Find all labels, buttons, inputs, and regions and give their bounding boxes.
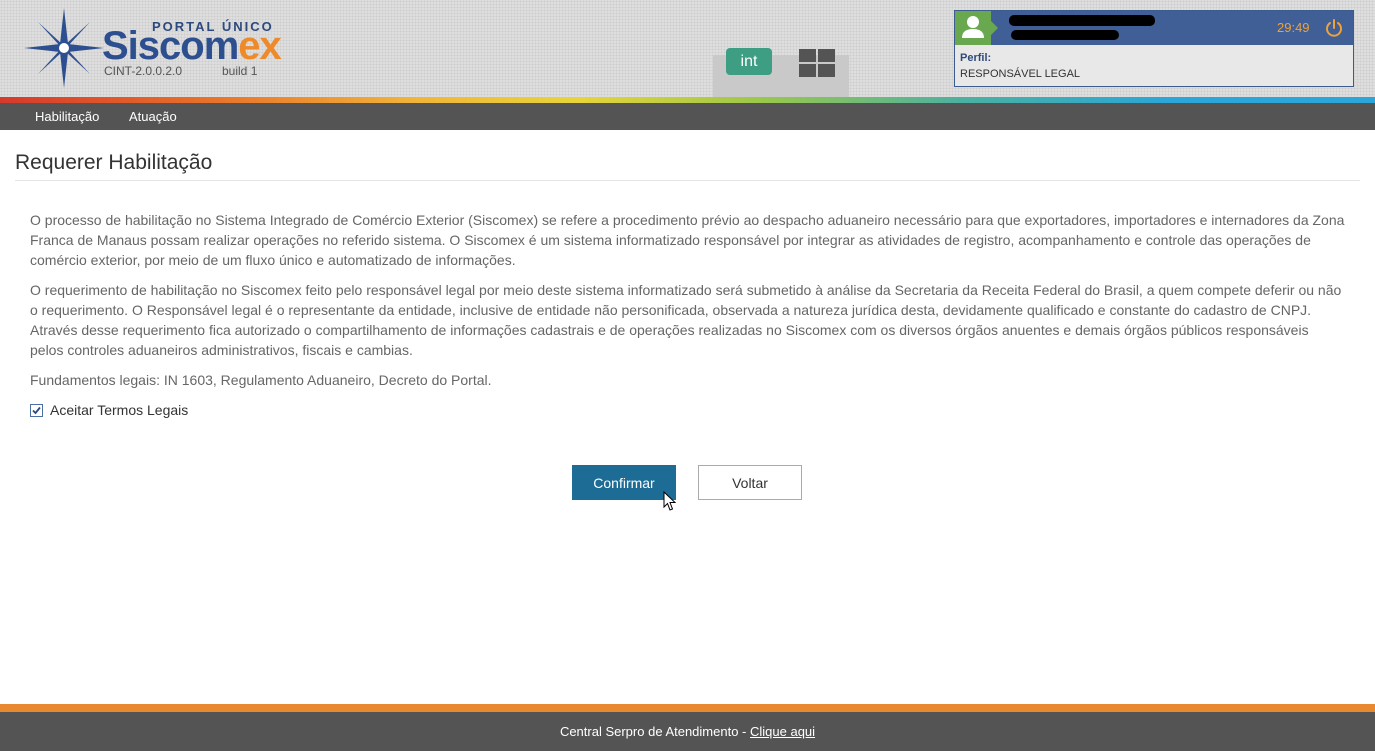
avatar-pointer: [991, 21, 998, 35]
redacted-user-id: [1011, 30, 1119, 40]
nav-item-habilitacao[interactable]: Habilitação: [35, 109, 99, 124]
page-title: Requerer Habilitação: [15, 151, 213, 174]
accept-terms-row: Aceitar Termos Legais: [30, 400, 188, 420]
accept-terms-label[interactable]: Aceitar Termos Legais: [50, 402, 188, 418]
compass-star-icon: [24, 8, 104, 88]
accept-terms-checkbox[interactable]: [30, 403, 43, 417]
profile-label: Perfil:: [960, 52, 992, 64]
redacted-user-name: [1009, 15, 1155, 26]
main-nav: Habilitação Atuação: [0, 103, 1375, 130]
build-label: build 1: [222, 64, 258, 78]
requirement-paragraph: O requerimento de habilitação no Siscome…: [30, 282, 1342, 358]
profile-value: RESPONSÁVEL LEGAL: [960, 68, 1081, 80]
user-header: 29:49: [955, 11, 1353, 45]
footer: Central Serpro de Atendimento - Clique a…: [0, 712, 1375, 751]
environment-badge: int: [726, 48, 772, 75]
power-icon[interactable]: [1324, 18, 1344, 38]
brand-name: Siscomex: [102, 24, 282, 68]
legal-basis-paragraph: Fundamentos legais: IN 1603, Regulamento…: [30, 372, 492, 388]
user-avatar-icon: [955, 11, 991, 45]
header: PORTAL ÚNICO Siscomex CINT-2.0.0.2.0 bui…: [0, 0, 1375, 98]
session-timer: 29:49: [1277, 20, 1310, 35]
footer-link[interactable]: Clique aqui: [750, 724, 815, 739]
nav-item-atuacao[interactable]: Atuação: [129, 109, 177, 124]
footer-accent-bar: [0, 704, 1375, 712]
version-label: CINT-2.0.0.2.0: [104, 64, 183, 78]
user-panel: 29:49 Perfil: RESPONSÁVEL LEGAL: [954, 10, 1354, 87]
siscomex-logo[interactable]: PORTAL ÚNICO Siscomex CINT-2.0.0.2.0 bui…: [24, 8, 282, 88]
title-divider: [15, 180, 1360, 181]
back-button[interactable]: Voltar: [698, 465, 802, 500]
footer-text: Central Serpro de Atendimento -: [559, 724, 750, 739]
checkmark-icon: [32, 406, 41, 414]
intro-paragraph: O processo de habilitação no Sistema Int…: [30, 212, 1345, 268]
mouse-cursor-icon: [663, 491, 677, 511]
apps-grid-icon[interactable]: [799, 49, 835, 78]
confirm-button[interactable]: Confirmar: [572, 465, 676, 500]
